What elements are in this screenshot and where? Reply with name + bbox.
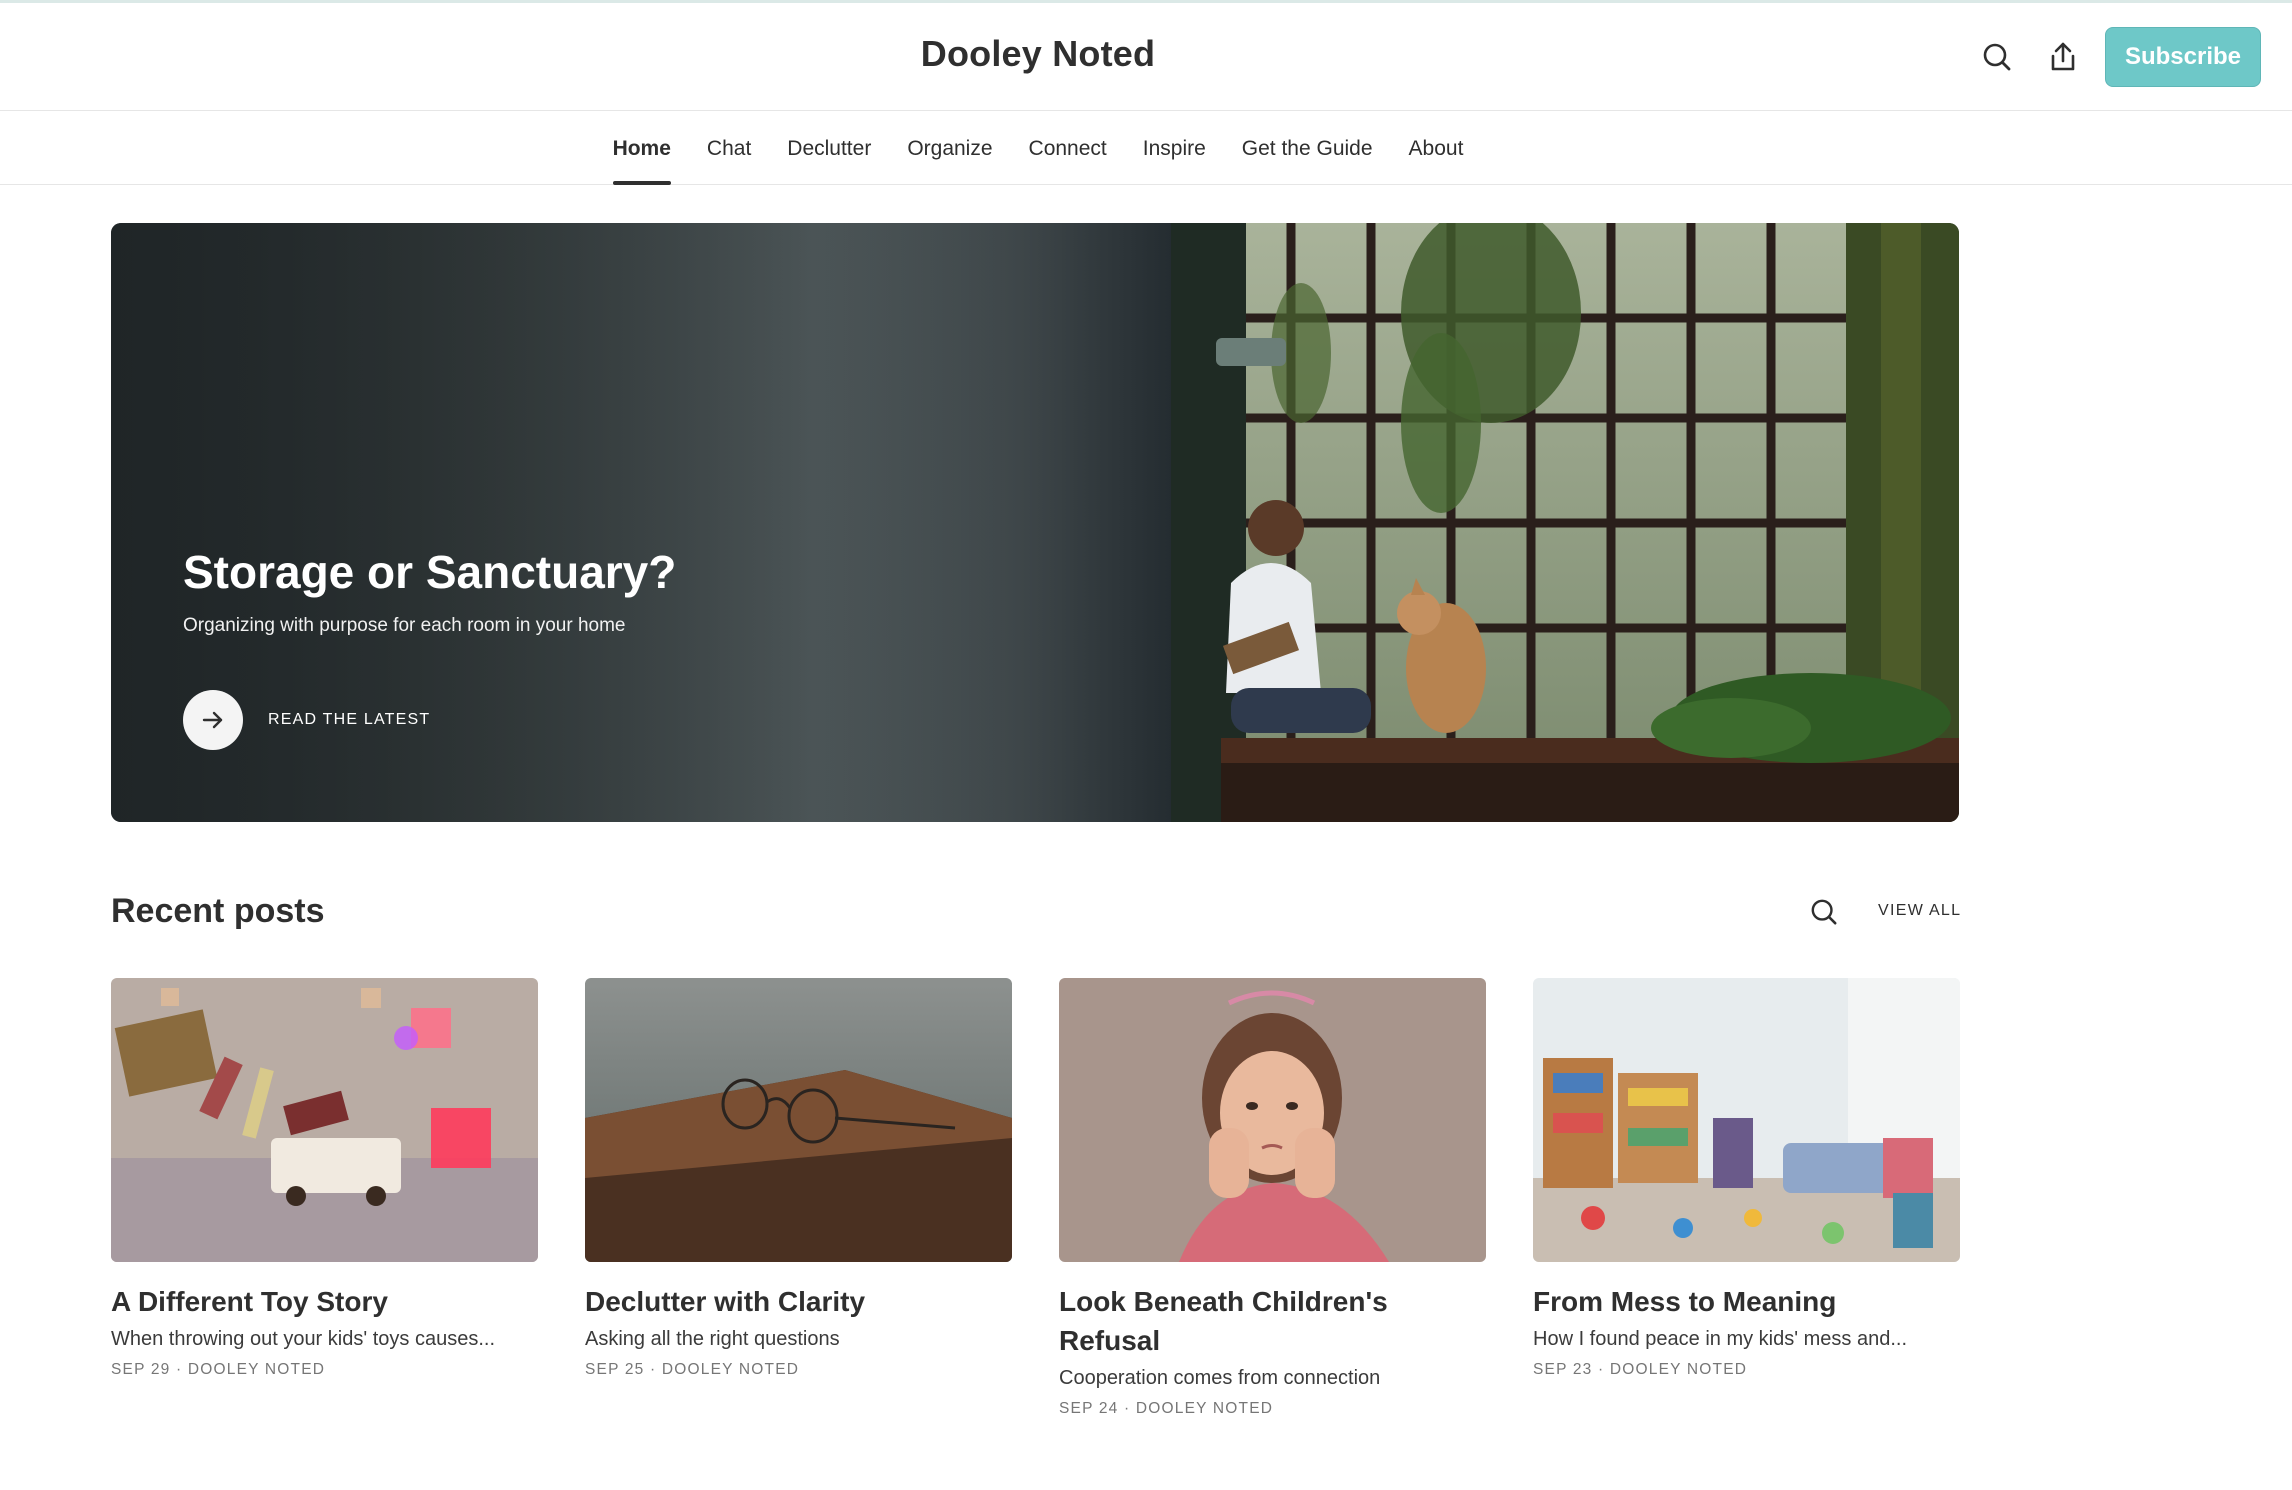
post-title[interactable]: A Different Toy Story bbox=[111, 1282, 538, 1321]
post-thumbnail[interactable] bbox=[585, 978, 1012, 1262]
subscribe-button[interactable]: Subscribe bbox=[2105, 27, 2261, 87]
nav-inspire[interactable]: Inspire bbox=[1125, 112, 1224, 185]
read-latest-label: READ THE LATEST bbox=[268, 711, 431, 728]
post-subtitle: When throwing out your kids' toys causes… bbox=[111, 1328, 495, 1350]
post-subtitle: Asking all the right questions bbox=[585, 1328, 840, 1350]
nav-chat[interactable]: Chat bbox=[689, 112, 769, 185]
hero-subtitle: Organizing with purpose for each room in… bbox=[183, 615, 626, 636]
search-icon[interactable] bbox=[1979, 39, 2015, 75]
search-icon[interactable] bbox=[1808, 896, 1840, 928]
site-title[interactable]: Dooley Noted bbox=[0, 33, 2076, 75]
post-card[interactable]: A Different Toy Story When throwing out … bbox=[111, 978, 538, 1379]
post-subtitle: How I found peace in my kids' mess and..… bbox=[1533, 1328, 1907, 1350]
read-latest-button[interactable]: READ THE LATEST bbox=[183, 690, 430, 750]
hero-banner[interactable]: Storage or Sanctuary? Organizing with pu… bbox=[111, 223, 1959, 822]
nav-connect[interactable]: Connect bbox=[1011, 112, 1125, 185]
share-icon[interactable] bbox=[2045, 39, 2081, 75]
post-card[interactable]: Look Beneath Children's Refusal Cooperat… bbox=[1059, 978, 1486, 1418]
arrow-right-icon bbox=[183, 690, 243, 750]
post-thumbnail[interactable] bbox=[1533, 978, 1960, 1262]
nav-about[interactable]: About bbox=[1391, 112, 1482, 185]
post-subtitle: Cooperation comes from connection bbox=[1059, 1367, 1381, 1389]
post-card[interactable]: From Mess to Meaning How I found peace i… bbox=[1533, 978, 1960, 1379]
nav-declutter[interactable]: Declutter bbox=[769, 112, 889, 185]
view-all-link[interactable]: VIEW ALL bbox=[1878, 902, 1961, 920]
post-thumbnail[interactable] bbox=[1059, 978, 1486, 1262]
post-card[interactable]: Declutter with Clarity Asking all the ri… bbox=[585, 978, 1012, 1379]
top-bar: Dooley Noted Subscribe bbox=[0, 3, 2292, 111]
main-nav: Home Chat Declutter Organize Connect Ins… bbox=[0, 112, 2292, 185]
post-meta: SEP 25 · DOOLEY NOTED bbox=[585, 1361, 800, 1378]
post-meta: SEP 29 · DOOLEY NOTED bbox=[111, 1361, 326, 1378]
post-meta: SEP 23 · DOOLEY NOTED bbox=[1533, 1361, 1748, 1378]
post-thumbnail[interactable] bbox=[111, 978, 538, 1262]
post-title[interactable]: Declutter with Clarity bbox=[585, 1282, 1012, 1321]
recent-posts-title: Recent posts bbox=[111, 892, 325, 930]
nav-home[interactable]: Home bbox=[595, 112, 689, 185]
post-title[interactable]: Look Beneath Children's Refusal bbox=[1059, 1282, 1486, 1360]
nav-organize[interactable]: Organize bbox=[889, 112, 1010, 185]
nav-get-the-guide[interactable]: Get the Guide bbox=[1224, 112, 1391, 185]
post-title[interactable]: From Mess to Meaning bbox=[1533, 1282, 1960, 1321]
hero-title[interactable]: Storage or Sanctuary? bbox=[183, 545, 676, 599]
post-meta: SEP 24 · DOOLEY NOTED bbox=[1059, 1400, 1274, 1417]
